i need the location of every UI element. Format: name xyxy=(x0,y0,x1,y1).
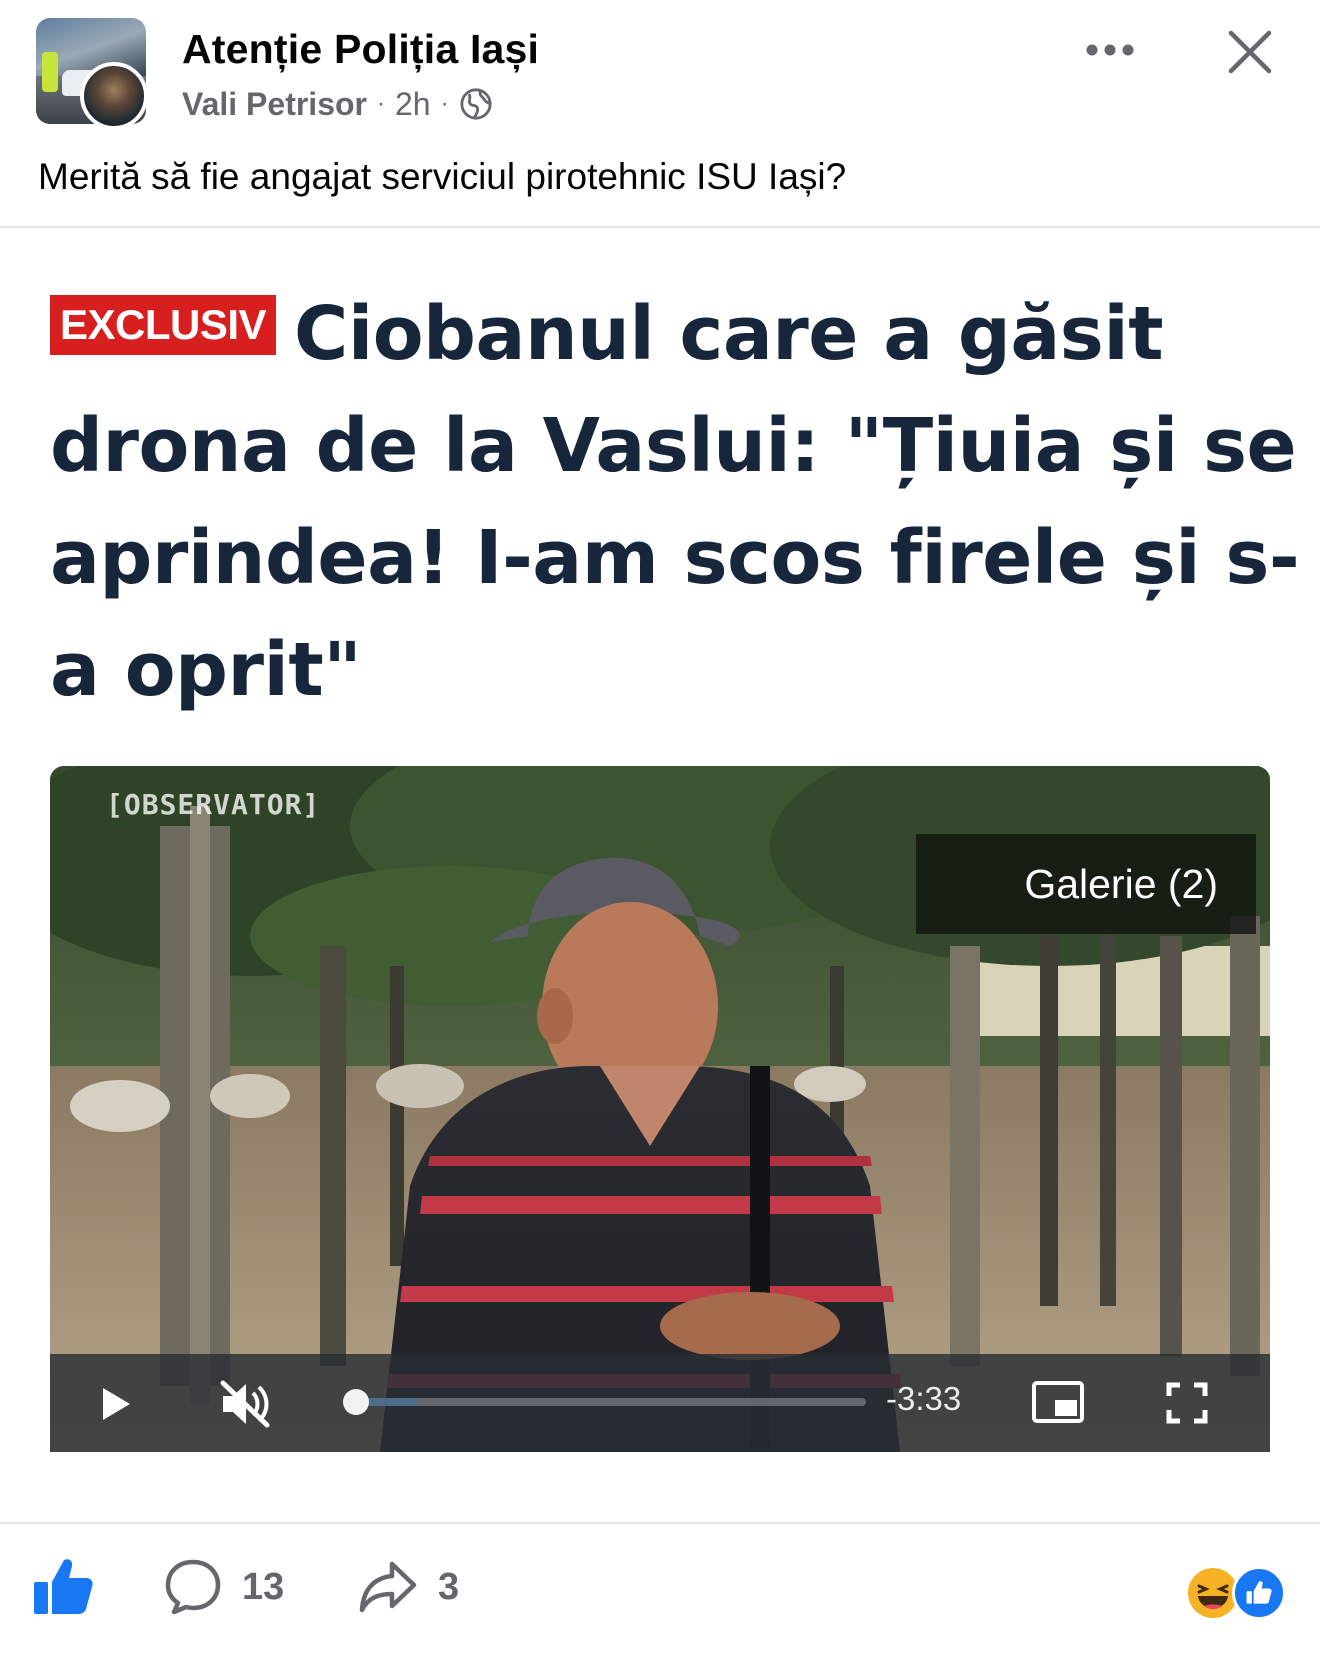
picture-in-picture-icon xyxy=(1032,1381,1084,1423)
comment-bubble-icon xyxy=(165,1559,221,1615)
comment-count: 13 xyxy=(242,1565,285,1608)
meta-separator: · xyxy=(376,90,385,117)
picture-in-picture-button[interactable] xyxy=(1030,1378,1086,1426)
post-actions: 13 3 xyxy=(0,1524,1320,1660)
globe-icon xyxy=(459,88,492,120)
play-button[interactable] xyxy=(90,1378,142,1430)
like-button[interactable] xyxy=(30,1554,96,1620)
comment-button[interactable]: 13 xyxy=(164,1554,284,1620)
progress-bar[interactable] xyxy=(346,1398,866,1406)
headline-line: EXCLUSIV Ciobanul care a găsit xyxy=(50,278,1280,390)
more-dots-icon xyxy=(1086,44,1134,56)
reactions-summary[interactable] xyxy=(1186,1566,1290,1622)
video-controls: -3:33 xyxy=(50,1354,1270,1452)
article-headline: EXCLUSIV Ciobanul care a găsit drona de l… xyxy=(50,278,1300,726)
mute-button[interactable] xyxy=(218,1376,274,1432)
gallery-button[interactable]: Galerie (2) xyxy=(916,834,1256,934)
close-icon xyxy=(1228,30,1272,74)
headline-line: drona de la Vaslui: "Țiuia și se xyxy=(50,403,1297,489)
exclusiv-badge: EXCLUSIV xyxy=(50,295,277,355)
close-button[interactable] xyxy=(1222,24,1278,80)
avatar-officer xyxy=(42,52,58,92)
share-button[interactable]: 3 xyxy=(358,1554,459,1620)
share-count: 3 xyxy=(438,1565,460,1608)
post-header: Atenție Poliția Iași Vali Petrisor · 2h … xyxy=(0,0,1320,150)
post-image[interactable]: EXCLUSIV Ciobanul care a găsit drona de l… xyxy=(0,228,1320,1523)
more-options-button[interactable] xyxy=(1080,30,1140,70)
gallery-label: Galerie (2) xyxy=(1024,860,1218,907)
play-icon xyxy=(103,1388,130,1420)
post-text: Merită să fie angajat serviciul pirotehn… xyxy=(38,156,847,197)
video-player[interactable]: [OBSERVATOR] Galerie (2) -3:33 xyxy=(50,766,1270,1452)
group-name[interactable]: Atenție Poliția Iași xyxy=(182,26,539,73)
thumbs-up-icon xyxy=(34,1559,93,1614)
time-remaining: -3:33 xyxy=(886,1380,962,1417)
headline-text: Ciobanul care a găsit xyxy=(294,291,1164,377)
post-time[interactable]: 2h xyxy=(395,86,431,123)
fullscreen-button[interactable] xyxy=(1162,1378,1212,1428)
headline-line: a oprit" xyxy=(50,627,362,713)
channel-watermark: [OBSERVATOR] xyxy=(106,788,321,821)
post-meta: Vali Petrisor · 2h · xyxy=(182,84,493,124)
like-icon xyxy=(1232,1566,1286,1620)
share-arrow-icon xyxy=(359,1561,417,1613)
muted-speaker-icon xyxy=(220,1380,270,1428)
meta-separator: · xyxy=(440,90,449,117)
fullscreen-icon xyxy=(1166,1382,1208,1424)
author-avatar[interactable] xyxy=(80,62,148,130)
progress-handle[interactable] xyxy=(343,1389,369,1415)
headline-line: aprindea! I-am scos firele și s- xyxy=(50,515,1300,601)
author-name[interactable]: Vali Petrisor xyxy=(182,86,367,123)
